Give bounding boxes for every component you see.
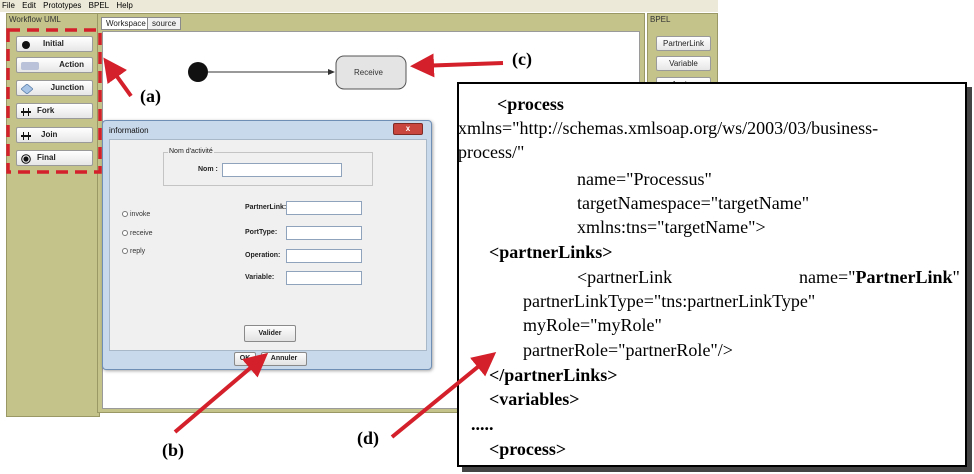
arrow-d [390, 351, 497, 439]
label-d: (d) [357, 428, 379, 448]
palette-highlight-box [6, 28, 102, 174]
label-a: (a) [140, 86, 161, 106]
annotation-overlay [6, 28, 504, 439]
arrow-a [103, 57, 133, 98]
arrow-c [410, 53, 504, 78]
label-b: (b) [162, 440, 184, 460]
label-c: (c) [512, 49, 532, 69]
arrow-b [173, 352, 269, 434]
